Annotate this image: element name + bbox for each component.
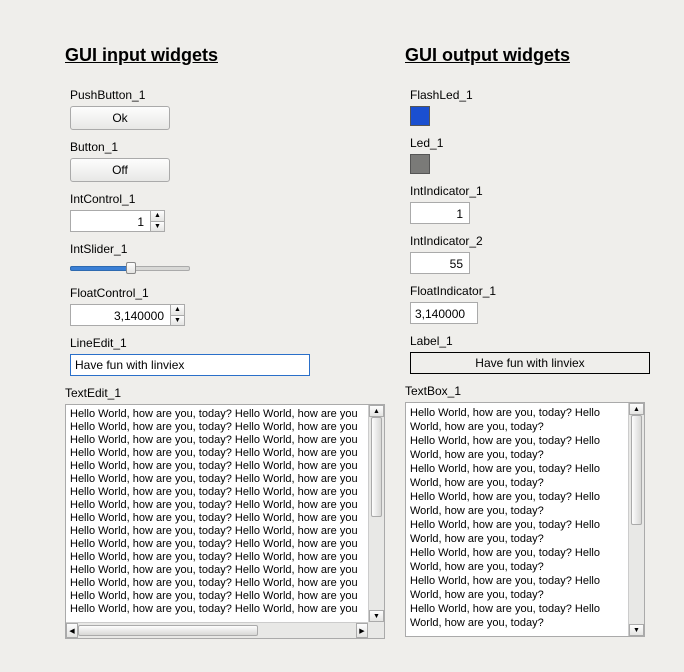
floatcontrol-value[interactable]: 3,140000: [70, 304, 170, 326]
lineedit-input[interactable]: Have fun with linviex: [70, 354, 310, 376]
floatcontrol-spinbox[interactable]: 3,140000 ▲ ▼: [70, 304, 365, 326]
input-section-title: GUI input widgets: [65, 45, 365, 66]
intslider-slider[interactable]: [70, 260, 190, 276]
floatcontrol-down-icon[interactable]: ▼: [171, 316, 184, 326]
floatindicator-label: FloatIndicator_1: [410, 284, 684, 298]
lineedit-label: LineEdit_1: [70, 336, 365, 350]
scroll-vthumb[interactable]: [371, 417, 382, 517]
floatindicator-value: 3,140000: [410, 302, 478, 324]
flashled-label: FlashLed_1: [410, 88, 684, 102]
scroll-corner: [368, 622, 384, 638]
scroll-down-icon[interactable]: ▼: [369, 610, 384, 622]
intcontrol-up-icon[interactable]: ▲: [151, 211, 164, 222]
scroll-right-icon[interactable]: ▶: [356, 623, 368, 638]
pushbutton-ok[interactable]: Ok: [70, 106, 170, 130]
output-section-title: GUI output widgets: [405, 45, 684, 66]
floatcontrol-label: FloatControl_1: [70, 286, 365, 300]
intindicator1-value: 1: [410, 202, 470, 224]
flashled-indicator: [410, 106, 430, 126]
scroll-down-icon[interactable]: ▼: [629, 624, 644, 636]
led-indicator: [410, 154, 430, 174]
intindicator2-label: IntIndicator_2: [410, 234, 684, 248]
textedit-input[interactable]: Hello World, how are you, today? Hello W…: [65, 404, 385, 639]
intindicator2-value: 55: [410, 252, 470, 274]
intcontrol-label: IntControl_1: [70, 192, 365, 206]
slider-fill: [70, 266, 130, 271]
button-label: Button_1: [70, 140, 365, 154]
textbox-label: TextBox_1: [405, 384, 684, 398]
intcontrol-down-icon[interactable]: ▼: [151, 222, 164, 232]
textedit-vscroll[interactable]: ▲ ▼: [368, 405, 384, 622]
textbox-content: Hello World, how are you, today? Hello W…: [406, 403, 628, 636]
pushbutton-label: PushButton_1: [70, 88, 365, 102]
intslider-label: IntSlider_1: [70, 242, 365, 256]
floatcontrol-up-icon[interactable]: ▲: [171, 305, 184, 316]
output-label-box: Have fun with linviex: [410, 352, 650, 374]
scroll-up-icon[interactable]: ▲: [629, 403, 644, 415]
textedit-hscroll[interactable]: ◀ ▶: [66, 622, 368, 638]
slider-thumb-icon[interactable]: [126, 262, 136, 274]
button-off[interactable]: Off: [70, 158, 170, 182]
led-label: Led_1: [410, 136, 684, 150]
intindicator1-label: IntIndicator_1: [410, 184, 684, 198]
intcontrol-spinbox[interactable]: 1 ▲ ▼: [70, 210, 365, 232]
textbox-output: Hello World, how are you, today? Hello W…: [405, 402, 645, 637]
textedit-label: TextEdit_1: [65, 386, 365, 400]
textbox-vscroll[interactable]: ▲ ▼: [628, 403, 644, 636]
scroll-left-icon[interactable]: ◀: [66, 623, 78, 638]
textedit-content[interactable]: Hello World, how are you, today? Hello W…: [66, 405, 368, 622]
output-label-label: Label_1: [410, 334, 684, 348]
intcontrol-value[interactable]: 1: [70, 210, 150, 232]
scroll-up-icon[interactable]: ▲: [369, 405, 384, 417]
scroll-hthumb[interactable]: [78, 625, 258, 636]
scroll-vthumb[interactable]: [631, 415, 642, 525]
